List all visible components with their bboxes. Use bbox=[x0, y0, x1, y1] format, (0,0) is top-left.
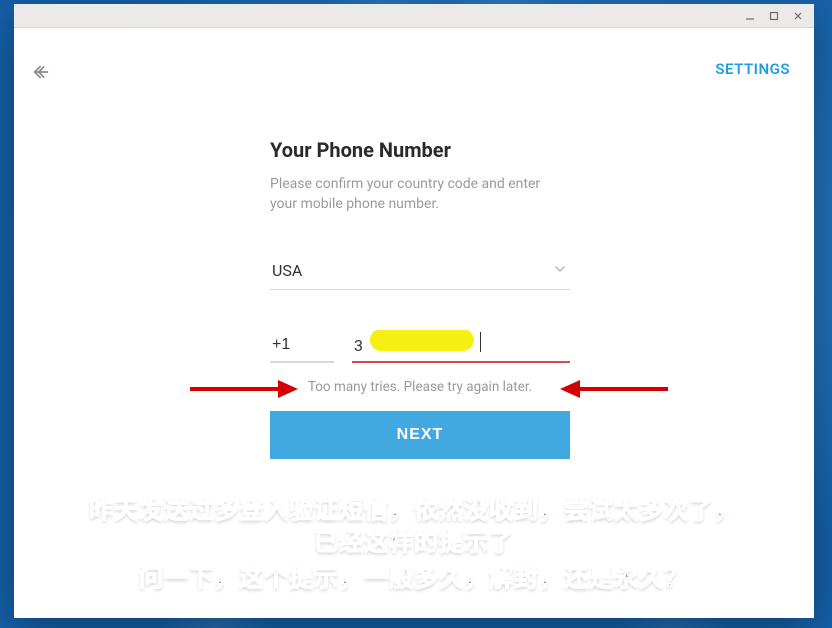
country-code-input[interactable] bbox=[270, 330, 334, 363]
settings-link[interactable]: SETTINGS bbox=[715, 60, 790, 78]
phone-number-input[interactable]: 3 bbox=[352, 330, 570, 363]
minimize-button[interactable] bbox=[740, 8, 760, 24]
phone-number-value: 3 bbox=[354, 336, 363, 355]
maximize-button[interactable] bbox=[764, 8, 784, 24]
annotation-arrow-right bbox=[560, 374, 670, 404]
annotation-text-1: 昨天发送过多登入验证短信，依然没收到，尝试太多次了， bbox=[14, 494, 814, 528]
annotation-text-3: 问一下，这个提示，一般多久，解封，还是永久？ bbox=[14, 562, 814, 596]
next-button[interactable]: NEXT bbox=[270, 411, 570, 459]
window-titlebar bbox=[14, 4, 814, 28]
app-body: SETTINGS Your Phone Number Please confir… bbox=[14, 28, 814, 618]
annotation-text-2: 已经这样的提示了 bbox=[14, 526, 814, 560]
page-subtitle: Please confirm your country code and ent… bbox=[270, 174, 570, 215]
login-form: Your Phone Number Please confirm your co… bbox=[270, 138, 570, 459]
redaction-highlight bbox=[370, 330, 474, 351]
page-title: Your Phone Number bbox=[270, 138, 570, 162]
chevron-down-icon bbox=[552, 261, 568, 281]
text-caret bbox=[480, 332, 481, 352]
country-select[interactable]: USA bbox=[270, 257, 570, 290]
close-button[interactable] bbox=[788, 8, 808, 24]
app-window: SETTINGS Your Phone Number Please confir… bbox=[14, 4, 814, 618]
phone-row: 3 bbox=[270, 330, 570, 363]
country-label: USA bbox=[272, 261, 302, 280]
error-message: Too many tries. Please try again later. bbox=[270, 379, 570, 395]
back-button[interactable] bbox=[28, 58, 56, 86]
